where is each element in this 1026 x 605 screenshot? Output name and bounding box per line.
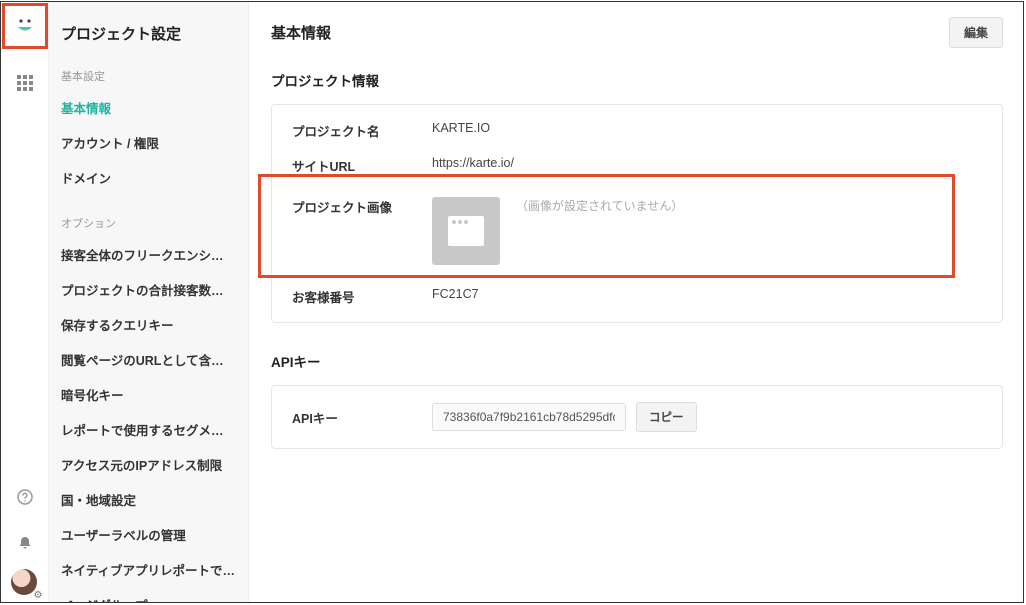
edit-button[interactable]: 編集 <box>949 17 1003 48</box>
project-image-label: プロジェクト画像 <box>292 197 432 216</box>
site-url-label: サイトURL <box>292 156 432 175</box>
gear-icon: ⚙ <box>34 590 43 601</box>
bell-icon[interactable] <box>5 523 45 563</box>
sidebar-item-basic-info[interactable]: 基本情報 <box>49 90 248 125</box>
project-name-value: KARTE.IO <box>432 121 490 135</box>
sidebar-item-userlabel[interactable]: ユーザーラベルの管理 <box>49 517 248 552</box>
sidebar-item-account[interactable]: アカウント / 権限 <box>49 125 248 160</box>
customer-number-label: お客様番号 <box>292 287 432 306</box>
sidebar-item-total[interactable]: プロジェクトの合計接客数による... <box>49 272 248 307</box>
sidebar-group-basic: 基本設定 <box>49 62 248 90</box>
api-key-input[interactable] <box>432 403 626 431</box>
sidebar-item-domain[interactable]: ドメイン <box>49 160 248 195</box>
sidebar-item-native[interactable]: ネイティブアプリレポートで使用... <box>49 552 248 587</box>
project-info-card: プロジェクト名 KARTE.IO サイトURL https://karte.io… <box>271 104 1003 323</box>
sidebar-title: プロジェクト設定 <box>49 9 248 62</box>
apps-icon[interactable] <box>5 63 45 103</box>
api-heading: APIキー <box>271 351 1003 371</box>
avatar[interactable]: ⚙ <box>11 569 39 597</box>
project-name-label: プロジェクト名 <box>292 121 432 140</box>
customer-number-value: FC21C7 <box>432 287 479 301</box>
sidebar-item-pageurl[interactable]: 閲覧ページのURLとして含めるク... <box>49 342 248 377</box>
sidebar-group-option: オプション <box>49 209 248 237</box>
sidebar-item-ip[interactable]: アクセス元のIPアドレス制限 <box>49 447 248 482</box>
sidebar-item-querykey[interactable]: 保存するクエリキー <box>49 307 248 342</box>
sidebar-item-crypto[interactable]: 暗号化キー <box>49 377 248 412</box>
site-url-value: https://karte.io/ <box>432 156 514 170</box>
main-content: 基本情報 編集 プロジェクト情報 プロジェクト名 KARTE.IO サイトURL… <box>249 1 1025 603</box>
api-key-label: APIキー <box>292 408 432 427</box>
help-icon[interactable] <box>5 477 45 517</box>
left-rail: ⚙ <box>1 1 49 603</box>
project-info-heading: プロジェクト情報 <box>271 70 1003 90</box>
image-placeholder-icon <box>432 197 500 265</box>
page-title: 基本情報 <box>271 22 331 43</box>
sidebar-item-pagegroup[interactable]: ページグループ <box>49 587 248 603</box>
app-logo-icon[interactable] <box>14 14 36 39</box>
sidebar: プロジェクト設定 基本設定 基本情報 アカウント / 権限 ドメイン オプション… <box>49 1 249 603</box>
sidebar-item-region[interactable]: 国・地域設定 <box>49 482 248 517</box>
sidebar-item-frequency[interactable]: 接客全体のフリークエンシー設定 <box>49 237 248 272</box>
copy-button[interactable]: コピー <box>636 402 697 432</box>
image-placeholder-text: （画像が設定されていません） <box>516 197 683 214</box>
api-card: APIキー コピー <box>271 385 1003 449</box>
logo-highlight <box>2 3 48 49</box>
sidebar-item-report-segment[interactable]: レポートで使用するセグメントフ... <box>49 412 248 447</box>
